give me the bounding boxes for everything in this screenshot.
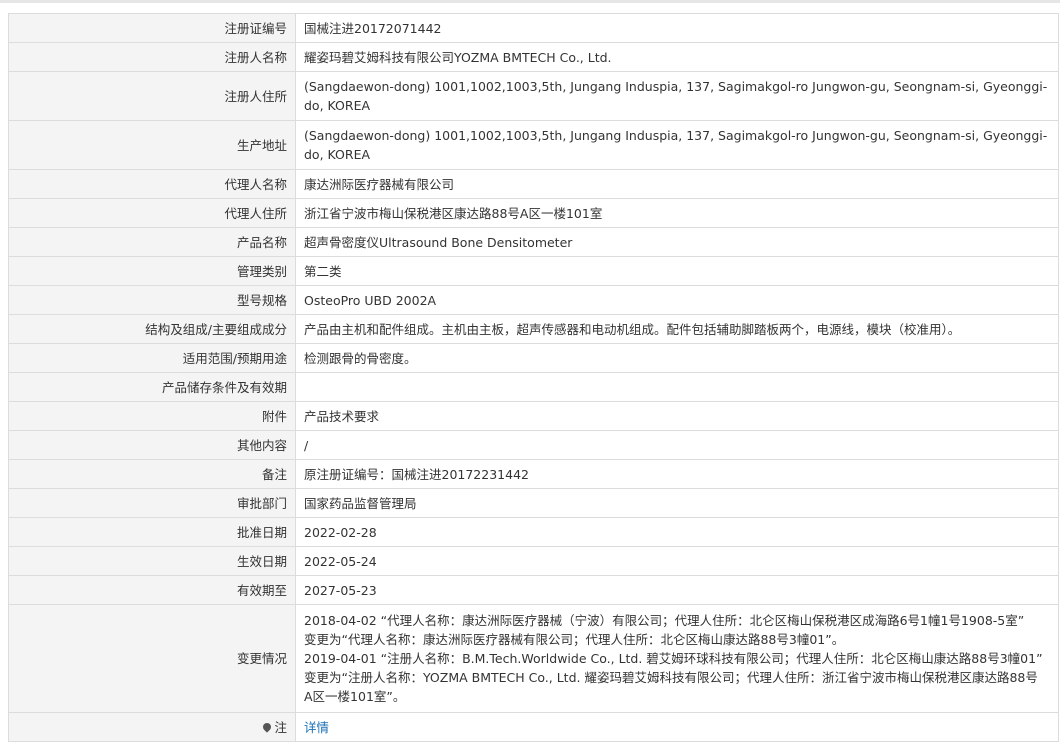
field-value: 2022-02-28 (295, 517, 1059, 547)
field-label: 变更情况 (8, 604, 296, 713)
note-label: 注 (274, 719, 287, 735)
field-label: 代理人住所 (8, 198, 296, 228)
field-value: 详情 (295, 712, 1059, 742)
field-value: 原注册证编号：国械注进20172231442 (295, 459, 1059, 489)
row-change-history: 变更情况 2018-04-02 “代理人名称：康达洲际医疗器械（宁波）有限公司；… (8, 604, 1059, 713)
field-label: 有效期至 (8, 575, 296, 605)
row-approval-department: 审批部门 国家药品监督管理局 (8, 488, 1059, 518)
field-label: 结构及组成/主要组成成分 (8, 314, 296, 344)
field-label: 代理人名称 (8, 169, 296, 199)
field-value: 产品由主机和配件组成。主机由主板，超声传感器和电动机组成。配件包括辅助脚踏板两个… (295, 314, 1059, 344)
field-value: 国家药品监督管理局 (295, 488, 1059, 518)
field-label: 批准日期 (8, 517, 296, 547)
field-value: 第二类 (295, 256, 1059, 286)
location-pin-icon (261, 720, 274, 733)
field-value: 2027-05-23 (295, 575, 1059, 605)
row-product-name: 产品名称 超声骨密度仪Ultrasound Bone Densitometer (8, 227, 1059, 257)
row-note: 注 详情 (8, 712, 1059, 742)
field-value (295, 372, 1059, 402)
field-label: 生产地址 (8, 120, 296, 170)
row-structure-composition: 结构及组成/主要组成成分 产品由主机和配件组成。主机由主板，超声传感器和电动机组… (8, 314, 1059, 344)
field-label: 注册人名称 (8, 42, 296, 72)
row-management-category: 管理类别 第二类 (8, 256, 1059, 286)
row-effective-date: 生效日期 2022-05-24 (8, 546, 1059, 576)
field-label: 注册证编号 (8, 13, 296, 43)
top-divider (0, 0, 1060, 3)
change-line: A区一楼101室”。 (304, 689, 406, 704)
change-line: 变更为“代理人名称：康达洲际医疗器械有限公司；代理人住所：北仑区梅山康达路88号… (304, 632, 845, 647)
field-label: 型号规格 (8, 285, 296, 315)
field-label: 其他内容 (8, 430, 296, 460)
row-agent-address: 代理人住所 浙江省宁波市梅山保税港区康达路88号A区一楼101室 (8, 198, 1059, 228)
field-value: (Sangdaewon-dong) 1001,1002,1003,5th, Ju… (295, 120, 1059, 170)
row-model-spec: 型号规格 OsteoPro UBD 2002A (8, 285, 1059, 315)
field-value: 康达洲际医疗器械有限公司 (295, 169, 1059, 199)
row-attachment: 附件 产品技术要求 (8, 401, 1059, 431)
field-value: 2022-05-24 (295, 546, 1059, 576)
row-agent-name: 代理人名称 康达洲际医疗器械有限公司 (8, 169, 1059, 199)
field-label: 产品储存条件及有效期 (8, 372, 296, 402)
field-value: 产品技术要求 (295, 401, 1059, 431)
change-line: 2019-04-01 “注册人名称：B.M.Tech.Worldwide Co.… (304, 651, 1043, 666)
change-line: 变更为“注册人名称：YOZMA BMTECH Co., Ltd. 耀姿玛碧艾姆科… (304, 670, 1038, 685)
field-label: 产品名称 (8, 227, 296, 257)
row-storage-conditions: 产品储存条件及有效期 (8, 372, 1059, 402)
field-label: 适用范围/预期用途 (8, 343, 296, 373)
details-link[interactable]: 详情 (304, 720, 329, 735)
field-label: 审批部门 (8, 488, 296, 518)
registration-info-table: 注册证编号 国械注进20172071442 注册人名称 耀姿玛碧艾姆科技有限公司… (8, 13, 1059, 742)
row-registration-number: 注册证编号 国械注进20172071442 (8, 13, 1059, 43)
row-valid-until: 有效期至 2027-05-23 (8, 575, 1059, 605)
field-value: 国械注进20172071442 (295, 13, 1059, 43)
field-label: 附件 (8, 401, 296, 431)
row-production-address: 生产地址 (Sangdaewon-dong) 1001,1002,1003,5t… (8, 120, 1059, 170)
field-label: 管理类别 (8, 256, 296, 286)
change-line: 2018-04-02 “代理人名称：康达洲际医疗器械（宁波）有限公司；代理人住所… (304, 613, 1025, 628)
row-intended-use: 适用范围/预期用途 检测跟骨的骨密度。 (8, 343, 1059, 373)
field-value: 耀姿玛碧艾姆科技有限公司YOZMA BMTECH Co., Ltd. (295, 42, 1059, 72)
field-label: 备注 (8, 459, 296, 489)
row-remarks: 备注 原注册证编号：国械注进20172231442 (8, 459, 1059, 489)
change-history-value: 2018-04-02 “代理人名称：康达洲际医疗器械（宁波）有限公司；代理人住所… (295, 604, 1059, 713)
registration-info-panel: 注册证编号 国械注进20172071442 注册人名称 耀姿玛碧艾姆科技有限公司… (8, 13, 1059, 742)
field-label: 注 (8, 712, 296, 742)
field-value: 超声骨密度仪Ultrasound Bone Densitometer (295, 227, 1059, 257)
field-label: 注册人住所 (8, 71, 296, 121)
field-value: 浙江省宁波市梅山保税港区康达路88号A区一楼101室 (295, 198, 1059, 228)
row-other-content: 其他内容 / (8, 430, 1059, 460)
row-registrant-name: 注册人名称 耀姿玛碧艾姆科技有限公司YOZMA BMTECH Co., Ltd. (8, 42, 1059, 72)
field-value: OsteoPro UBD 2002A (295, 285, 1059, 315)
row-registrant-address: 注册人住所 (Sangdaewon-dong) 1001,1002,1003,5… (8, 71, 1059, 121)
field-value: / (295, 430, 1059, 460)
field-label: 生效日期 (8, 546, 296, 576)
field-value: (Sangdaewon-dong) 1001,1002,1003,5th, Ju… (295, 71, 1059, 121)
row-approval-date: 批准日期 2022-02-28 (8, 517, 1059, 547)
field-value: 检测跟骨的骨密度。 (295, 343, 1059, 373)
